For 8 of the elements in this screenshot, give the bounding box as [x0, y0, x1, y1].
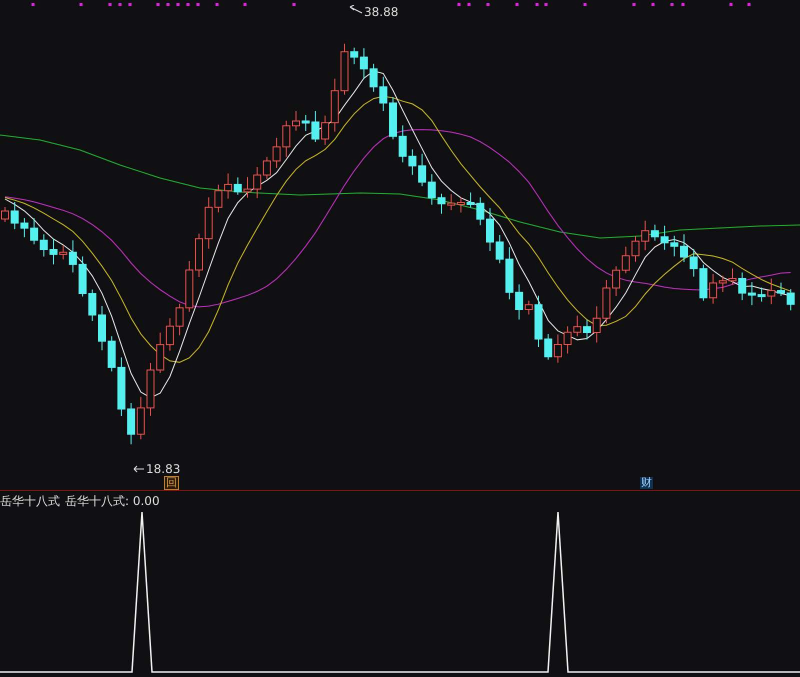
- review-marker[interactable]: 回: [165, 477, 178, 489]
- arrow-icon: [349, 5, 363, 15]
- indicator-readout: 岳华十八式: 0.00: [65, 493, 160, 510]
- low-price-label: 18.83: [146, 462, 180, 476]
- indicator-title: 岳华十八式: [0, 493, 60, 510]
- arrow-icon: [133, 465, 145, 473]
- finance-marker[interactable]: 财: [640, 477, 653, 489]
- high-price-label: 38.88: [364, 5, 398, 19]
